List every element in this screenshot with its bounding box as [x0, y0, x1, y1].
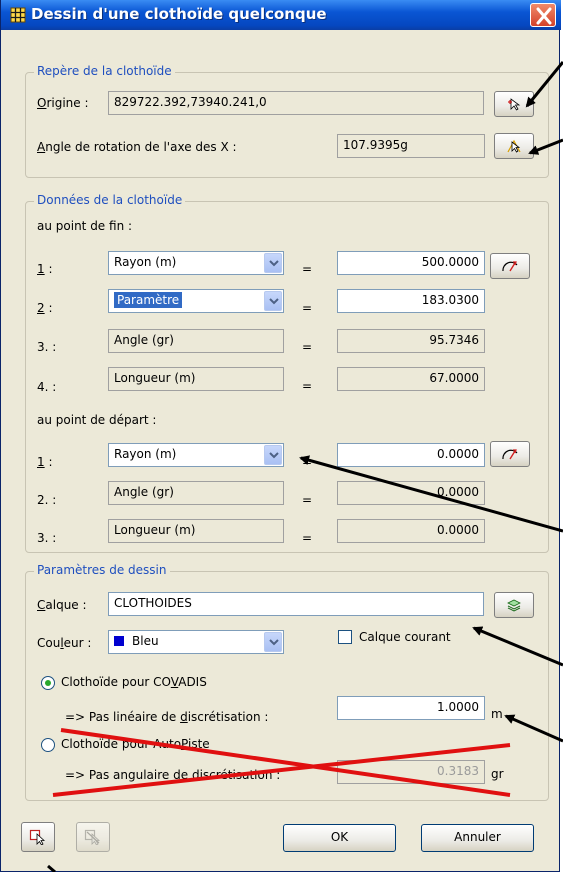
depart-row-3-type-field: Longueur (m)	[108, 519, 284, 543]
calque-input[interactable]: CLOTHOIDES	[108, 592, 484, 616]
fin-row-3-label: 3. :	[37, 340, 57, 354]
window-title: Dessin d'une clothoïde quelconque	[31, 5, 327, 23]
pas-lineaire-unit: m	[491, 707, 503, 721]
fin-section-title: au point de fin :	[37, 219, 133, 233]
repere-group: Repère de la clothoïde	[25, 64, 549, 178]
depart-section-title: au point de départ :	[37, 413, 157, 427]
fin-row-4-type-field: Longueur (m)	[108, 367, 284, 391]
donnees-legend: Données de la clothoïde	[34, 193, 186, 207]
chevron-down-icon[interactable]	[264, 632, 282, 652]
pas-angulaire-label: => Pas angulaire de discrétisation :	[65, 768, 281, 782]
pick-angle-icon	[507, 139, 521, 153]
app-grid-icon	[10, 7, 26, 23]
depart-measure-button[interactable]	[490, 441, 530, 467]
depart-row-3-value-field: 0.0000	[337, 519, 485, 543]
chevron-down-icon[interactable]	[264, 445, 282, 465]
select-object-button[interactable]	[21, 822, 55, 852]
select-object-icon	[29, 829, 46, 845]
cancel-button[interactable]: Annuler	[421, 824, 534, 852]
fin-row-3-equals: =	[302, 340, 313, 354]
depart-row-2-label: 2. :	[37, 493, 57, 507]
dessin-legend: Paramètres de dessin	[34, 563, 170, 577]
layers-icon	[507, 599, 521, 612]
ok-button[interactable]: OK	[283, 824, 396, 852]
measure-arc-icon	[502, 261, 518, 272]
origine-label: Origine :	[37, 96, 89, 110]
covadis-label: Clothoïde pour COVADIS	[61, 675, 207, 689]
fin-row-4-label: 4. :	[37, 380, 57, 394]
fin-row-3-type-field: Angle (gr)	[108, 329, 284, 353]
chevron-down-icon[interactable]	[264, 291, 282, 311]
depart-row-2-type-field: Angle (gr)	[108, 481, 284, 505]
deselect-object-button[interactable]	[76, 822, 110, 852]
depart-row-2-equals: =	[302, 493, 313, 507]
dialog-window: Dessin d'une clothoïde quelconque Repère…	[0, 0, 561, 872]
pick-angle-button[interactable]	[494, 133, 534, 159]
calque-courant-label: Calque courant	[359, 630, 451, 644]
close-button[interactable]	[530, 3, 556, 27]
autopiste-label: Clothoïde pour AutoPiste	[61, 737, 210, 751]
fin-row-1-equals: =	[302, 262, 313, 276]
pick-point-icon	[508, 98, 521, 111]
measure-arc-icon	[502, 449, 518, 460]
pas-lineaire-input[interactable]: 1.0000	[337, 696, 485, 720]
fin-row-1-type-select[interactable]: Rayon (m)	[108, 251, 284, 275]
depart-row-1-label: 1 :	[37, 455, 53, 469]
close-icon	[536, 7, 552, 25]
color-swatch	[114, 636, 124, 646]
fin-row-1-value-input[interactable]: 500.0000	[337, 251, 485, 275]
fin-measure-button[interactable]	[490, 253, 530, 279]
pas-angulaire-unit: gr	[491, 767, 504, 781]
couleur-label: Couleur :	[37, 636, 92, 650]
deselect-object-icon	[84, 829, 101, 845]
autopiste-radio[interactable]	[41, 738, 55, 752]
angle-rotation-label: Angle de rotation de l'axe des X :	[37, 140, 237, 154]
covadis-radio[interactable]	[41, 676, 55, 690]
depart-row-1-equals: =	[302, 455, 313, 469]
fin-row-1-label: 1 :	[37, 262, 53, 276]
pas-lineaire-label: => Pas linéaire de discrétisation :	[65, 710, 269, 724]
chevron-down-icon[interactable]	[264, 253, 282, 273]
depart-row-3-label: 3. :	[37, 531, 57, 545]
fin-row-2-equals: =	[302, 301, 313, 315]
fin-row-4-equals: =	[302, 379, 313, 393]
fin-row-2-value-input[interactable]: 183.0300	[337, 289, 485, 313]
fin-row-4-value-field: 67.0000	[337, 367, 485, 391]
depart-row-2-value-field: 0.0000	[337, 481, 485, 505]
calque-courant-checkbox[interactable]	[338, 630, 352, 644]
depart-row-1-value-input[interactable]: 0.0000	[337, 443, 485, 467]
fin-row-3-value-field: 95.7346	[337, 329, 485, 353]
pick-origin-button[interactable]	[494, 91, 534, 117]
depart-row-1-type-select[interactable]: Rayon (m)	[108, 443, 284, 467]
pas-angulaire-field: 0.3183	[337, 760, 485, 784]
angle-rotation-field: 107.9395g	[337, 134, 485, 158]
repere-legend: Repère de la clothoïde	[34, 64, 175, 78]
origine-field: 829722.392,73940.241,0	[108, 91, 484, 115]
couleur-select[interactable]: Bleu	[108, 630, 284, 654]
calque-layers-button[interactable]	[494, 592, 534, 618]
depart-row-3-equals: =	[302, 531, 313, 545]
title-bar[interactable]: Dessin d'une clothoïde quelconque	[1, 0, 561, 30]
calque-label: Calque :	[37, 598, 87, 612]
fin-row-2-label: 2 :	[37, 301, 53, 315]
fin-row-2-type-select[interactable]: Paramètre	[108, 289, 284, 313]
